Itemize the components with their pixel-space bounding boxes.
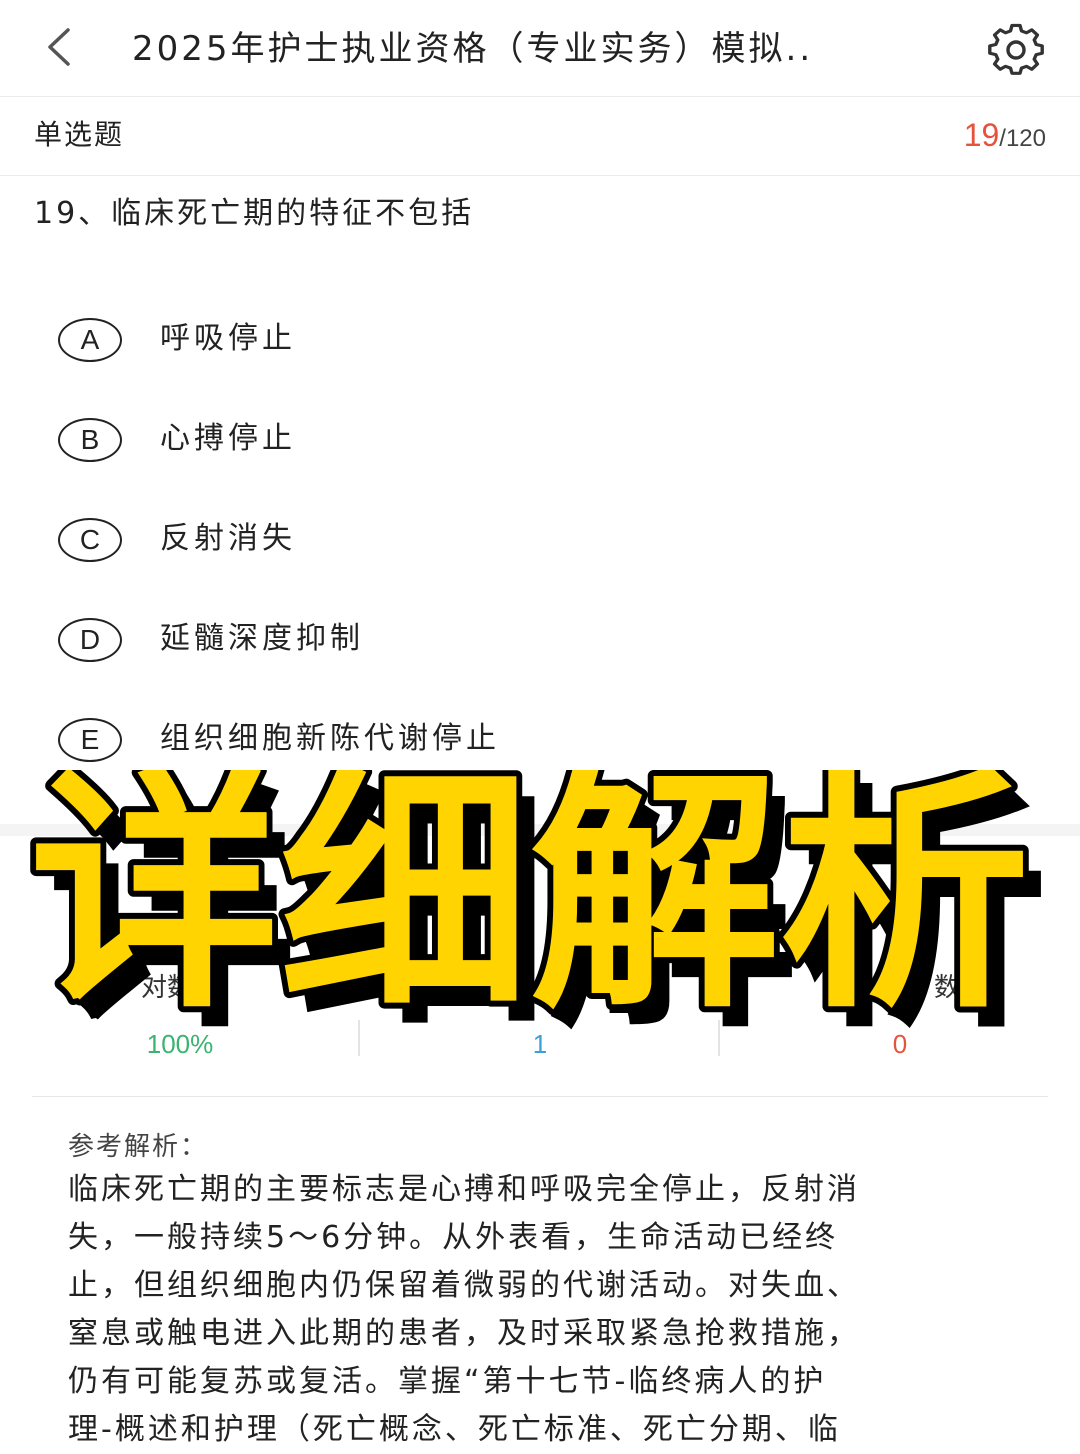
explanation-line: 止，但组织细胞内仍保留着微弱的代谢活动。对失血、 [68, 1268, 860, 1303]
total-questions: 120 [1005, 125, 1046, 152]
section-divider [32, 1096, 1048, 1097]
option-b[interactable]: B 心搏停止 [58, 418, 958, 480]
option-letter: C [58, 518, 122, 562]
question-info-bar: 单选题 19/120 [0, 97, 1080, 176]
option-c[interactable]: C 反射消失 [58, 518, 958, 580]
gear-icon[interactable] [988, 22, 1044, 78]
question-progress: 19/120 [964, 115, 1046, 162]
option-a[interactable]: A 呼吸停止 [58, 318, 958, 380]
chevron-left-icon[interactable] [36, 22, 86, 72]
top-bar: 2025年护士执业资格（专业实务）模拟.. [0, 0, 1080, 97]
question-type: 单选题 [34, 118, 125, 151]
option-text: 心搏停止 [160, 421, 296, 456]
overlay-title-text: 详细解析 [30, 770, 1030, 1043]
explanation-heading: 参考解析： [68, 1132, 209, 1162]
option-text: 呼吸停止 [160, 321, 296, 356]
option-letter: D [58, 618, 122, 662]
page-title: 2025年护士执业资格（专业实务）模拟.. [132, 29, 814, 69]
explanation-line: 理-概述和护理（死亡概念、死亡标准、死亡分期、临 [68, 1412, 841, 1447]
option-text: 延髓深度抑制 [160, 621, 364, 656]
explanation-line: 仍有可能复苏或复活。掌握“第十七节-临终病人的护 [68, 1364, 827, 1399]
option-d[interactable]: D 延髓深度抑制 [58, 618, 958, 680]
option-letter: B [58, 418, 122, 462]
option-text: 组织细胞新陈代谢停止 [160, 721, 500, 756]
overlay-banner: 详细解析 详细解析 [24, 770, 1048, 1063]
current-question-number: 19 [963, 117, 1000, 153]
option-text: 反射消失 [160, 521, 296, 556]
option-letter: A [58, 318, 122, 362]
explanation-line: 窒息或触电进入此期的患者，及时采取紧急抢救措施， [68, 1316, 860, 1351]
explanation-line: 失，一般持续5～6分钟。从外表看，生命活动已经终 [68, 1220, 839, 1255]
explanation-body: 临床死亡期的主要标志是心搏和呼吸完全停止，反射消 失，一般持续5～6分钟。从外表… [68, 1166, 1018, 1454]
option-letter: E [58, 718, 122, 762]
explanation-line: 临床死亡期的主要标志是心搏和呼吸完全停止，反射消 [68, 1172, 860, 1207]
question-text: 19、临床死亡期的特征不包括 [34, 196, 475, 231]
progress-separator: / [999, 125, 1006, 152]
